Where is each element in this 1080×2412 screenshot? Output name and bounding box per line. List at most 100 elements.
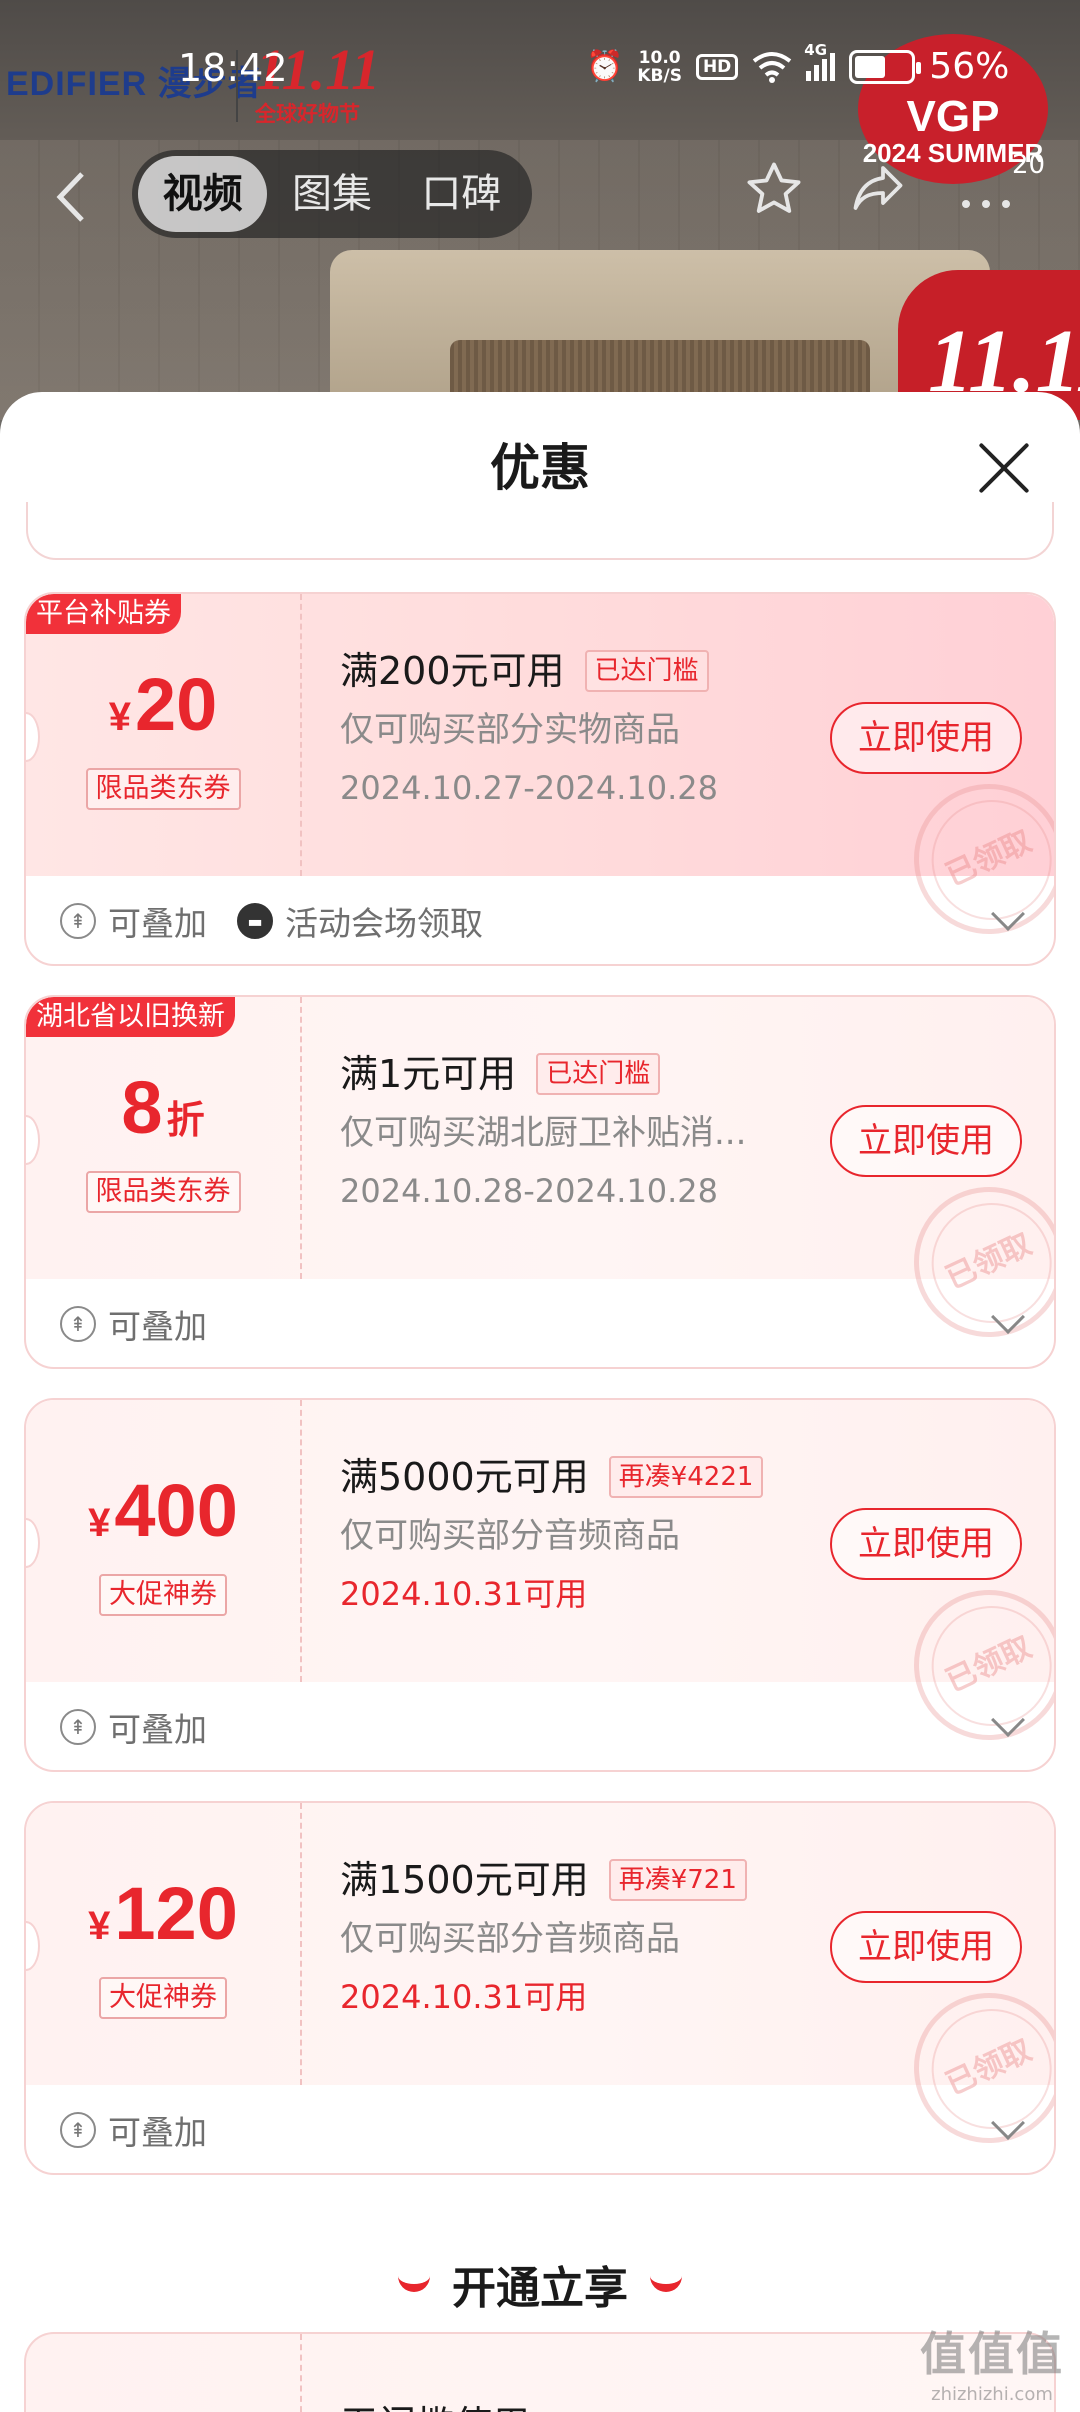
coupon-amount-box: 8折 限品类东券 bbox=[26, 1067, 300, 1213]
coupon-amount: ¥20 bbox=[26, 664, 300, 758]
chevron-left-icon bbox=[56, 172, 84, 222]
coupon-corner-tag: 湖北省以旧换新 bbox=[26, 997, 235, 1037]
chevron-down-icon[interactable] bbox=[991, 1300, 1025, 1334]
alarm-icon: ⏰ bbox=[586, 49, 624, 84]
previous-coupon-edge bbox=[26, 502, 1054, 560]
coupon-divider bbox=[300, 997, 302, 1279]
coupon-type-tag: 大促神券 bbox=[99, 1977, 227, 2019]
coupon-amount: 8折 bbox=[26, 1067, 300, 1161]
cart-count-badge: 20 bbox=[1012, 150, 1046, 180]
close-button[interactable] bbox=[968, 432, 1040, 504]
coupon-info: 满1500元可用 再凑¥721 仅可购买部分音频商品 2024.10.31可用 bbox=[340, 1855, 860, 2019]
amount-value: 400 bbox=[114, 1469, 238, 1552]
chevron-down-icon[interactable] bbox=[991, 897, 1025, 931]
use-now-button[interactable]: 立即使用 bbox=[830, 1911, 1022, 1983]
coupon-condition-row: 满1500元可用 再凑¥721 bbox=[340, 1855, 860, 1905]
favorite-button[interactable] bbox=[738, 158, 810, 230]
section-title: 开通立享 bbox=[398, 2252, 682, 2316]
amount-value: 120 bbox=[114, 1872, 238, 1955]
back-button[interactable] bbox=[50, 168, 98, 226]
tab-reviews[interactable]: 口碑 bbox=[397, 156, 526, 232]
wifi-icon bbox=[753, 51, 792, 83]
chevron-down-icon[interactable] bbox=[991, 1703, 1025, 1737]
coupon-card: 平台补贴券 ¥20 限品类东券 满200元可用 已达门槛 仅可购买部分实物商品 … bbox=[24, 592, 1056, 966]
hd-icon: HD bbox=[695, 53, 739, 80]
coupon-condition: 无门槛使用 bbox=[340, 2394, 530, 2412]
chevron-down-icon[interactable] bbox=[991, 2106, 1025, 2140]
media-tabs: 视频 图集 口碑 bbox=[132, 150, 532, 238]
coupon-validity: 2024.10.31可用 bbox=[340, 1978, 588, 2016]
network-speed-unit: KB/S bbox=[637, 65, 682, 86]
coupon-info: 满5000元可用 再凑¥4221 仅可购买部分音频商品 2024.10.31可用 bbox=[340, 1452, 860, 1616]
coupon-condition: 满5000元可用 bbox=[340, 1455, 589, 1499]
share-button[interactable] bbox=[842, 158, 914, 230]
coupon-scope: 仅可购买湖北厨卫补贴消... bbox=[340, 1113, 747, 1153]
coupon-condition-row: 满5000元可用 再凑¥4221 bbox=[340, 1452, 860, 1502]
tab-video[interactable]: 视频 bbox=[138, 156, 268, 232]
coupon-scope: 仅可购买部分实物商品 bbox=[340, 710, 680, 750]
use-now-button[interactable]: 立即使用 bbox=[830, 1508, 1022, 1580]
feature-stackable: ⇞ 可叠加 bbox=[60, 897, 207, 945]
coupon-corner-tag: 平台补贴券 bbox=[26, 594, 181, 634]
threshold-status-tag: 再凑¥4221 bbox=[608, 1456, 764, 1498]
coupon-features[interactable]: ⇞ 可叠加 bbox=[26, 2085, 1054, 2173]
coupon-body: ¥120 大促神券 满1500元可用 再凑¥721 仅可购买部分音频商品 202… bbox=[26, 1803, 1054, 2168]
currency-symbol: ¥ bbox=[88, 1501, 111, 1545]
smile-decor-icon bbox=[650, 2276, 682, 2292]
feature-stackable: ⇞ 可叠加 bbox=[60, 1300, 207, 1348]
coupon-card-partial[interactable]: 无门槛使用 bbox=[24, 2332, 1056, 2412]
coupon-condition: 满200元可用 bbox=[340, 649, 565, 693]
battery-icon bbox=[849, 49, 922, 84]
amount-value: 20 bbox=[134, 663, 218, 746]
star-icon bbox=[747, 162, 801, 213]
coupon-body: 湖北省以旧换新 8折 限品类东券 满1元可用 已达门槛 仅可购买湖北厨卫补贴消.… bbox=[26, 997, 1054, 1362]
status-time: 18:42 bbox=[178, 46, 288, 90]
signal-type: 4G bbox=[804, 40, 828, 59]
feature-stackable: ⇞ 可叠加 bbox=[60, 1703, 207, 1751]
coupon-condition: 满1元可用 bbox=[340, 1052, 517, 1096]
coupon-amount-box: ¥120 大促神券 bbox=[26, 1873, 300, 2019]
top-nav: 视频 图集 口碑 bbox=[0, 150, 1080, 240]
discount-unit: 折 bbox=[166, 1098, 205, 1142]
coupon-card: 湖北省以旧换新 8折 限品类东券 满1元可用 已达门槛 仅可购买湖北厨卫补贴消.… bbox=[24, 995, 1056, 1369]
coupon-condition-row: 满1元可用 已达门槛 bbox=[340, 1049, 860, 1099]
coupon-features[interactable]: ⇞ 可叠加 bbox=[26, 1279, 1054, 1367]
feature-stackable: ⇞ 可叠加 bbox=[60, 2106, 207, 2154]
feature-label: 可叠加 bbox=[108, 2113, 207, 2152]
amount-value: 8 bbox=[121, 1066, 163, 1149]
feature-label: 活动会场领取 bbox=[285, 904, 483, 943]
battery-percent: 56% bbox=[929, 46, 1010, 87]
coupon-validity: 2024.10.31可用 bbox=[340, 1575, 588, 1613]
network-speed: 10.0 KB/S bbox=[637, 49, 682, 85]
coupon-amount-box: ¥400 大促神券 bbox=[26, 1470, 300, 1616]
coupon-sheet: 优惠 平台补贴券 ¥20 限品类东券 满200元可用 已达门槛 仅可购买部分实物… bbox=[0, 392, 1080, 2412]
coupon-info: 满1元可用 已达门槛 仅可购买湖北厨卫补贴消... 2024.10.28-202… bbox=[340, 1049, 860, 1213]
coupon-scope: 仅可购买部分音频商品 bbox=[340, 1516, 680, 1556]
stack-icon: ⇞ bbox=[60, 1306, 96, 1342]
coupon-features[interactable]: ⇞ 可叠加 bbox=[26, 1682, 1054, 1770]
tab-gallery[interactable]: 图集 bbox=[267, 156, 396, 232]
status-bar: 18:42 ⏰ 10.0 KB/S HD 4G 56% bbox=[0, 40, 1080, 100]
currency-symbol: ¥ bbox=[88, 1904, 111, 1948]
coupon-divider bbox=[300, 594, 302, 876]
threshold-status-tag: 已达门槛 bbox=[536, 1053, 661, 1095]
promo-subtitle: 全球好物节 bbox=[255, 102, 360, 126]
sheet-title: 优惠 bbox=[490, 439, 590, 497]
watermark-logo: 值值值 bbox=[920, 2327, 1064, 2381]
coupon-card: ¥400 大促神券 满5000元可用 再凑¥4221 仅可购买部分音频商品 20… bbox=[24, 1398, 1056, 1772]
use-now-button[interactable]: 立即使用 bbox=[830, 702, 1022, 774]
coupon-info: 满200元可用 已达门槛 仅可购买部分实物商品 2024.10.27-2024.… bbox=[340, 646, 860, 810]
smile-decor-icon bbox=[398, 2276, 430, 2292]
use-now-button[interactable]: 立即使用 bbox=[830, 1105, 1022, 1177]
share-icon bbox=[853, 166, 903, 210]
coupon-features[interactable]: ⇞ 可叠加 ▬ 活动会场领取 bbox=[26, 876, 1054, 964]
coupon-amount: ¥400 bbox=[26, 1470, 300, 1564]
stack-icon: ⇞ bbox=[60, 903, 96, 939]
coupon-validity: 2024.10.27-2024.10.28 bbox=[340, 769, 718, 807]
coupon-divider bbox=[300, 2334, 302, 2412]
signal-icon: 4G bbox=[804, 41, 836, 81]
coupon-amount-box: ¥20 限品类东券 bbox=[26, 664, 300, 810]
network-speed-value: 10.0 bbox=[638, 47, 681, 68]
feature-label: 可叠加 bbox=[108, 1710, 207, 1749]
coupon-amount: ¥120 bbox=[26, 1873, 300, 1967]
